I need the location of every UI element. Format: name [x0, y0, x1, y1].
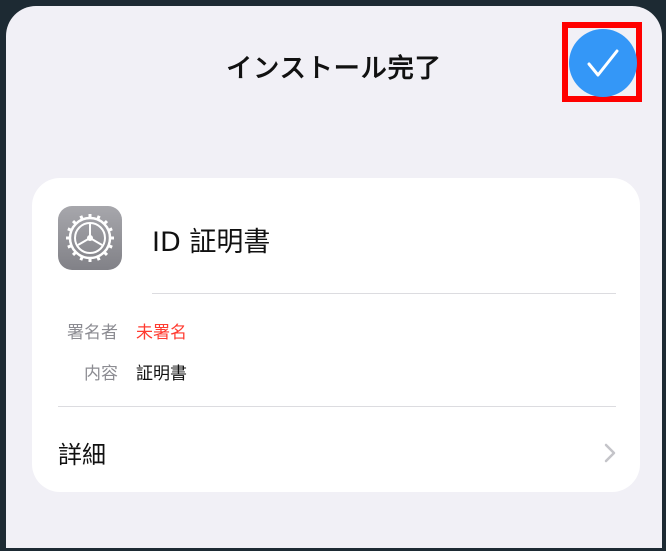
details-row[interactable]: 詳細	[32, 407, 640, 492]
signer-label: 署名者	[67, 323, 118, 343]
settings-gear-icon	[58, 206, 122, 270]
signer-value: 未署名	[136, 323, 187, 343]
contents-value: 証明書	[136, 364, 187, 384]
done-button[interactable]	[569, 29, 637, 97]
profile-name: ID 証明書	[152, 227, 271, 258]
window-frame: インストール完了 ID 証明書 署名者 未署名 内容 証明書 詳細	[3, 3, 663, 548]
install-complete-sheet: インストール完了 ID 証明書 署名者 未署名 内容 証明書 詳細	[6, 6, 662, 548]
checkmark-icon	[587, 49, 619, 77]
profile-card: ID 証明書 署名者 未署名 内容 証明書 詳細	[32, 178, 640, 492]
contents-label: 内容	[84, 364, 118, 384]
divider	[152, 293, 616, 294]
chevron-right-icon	[604, 443, 616, 463]
details-label: 詳細	[58, 441, 106, 469]
